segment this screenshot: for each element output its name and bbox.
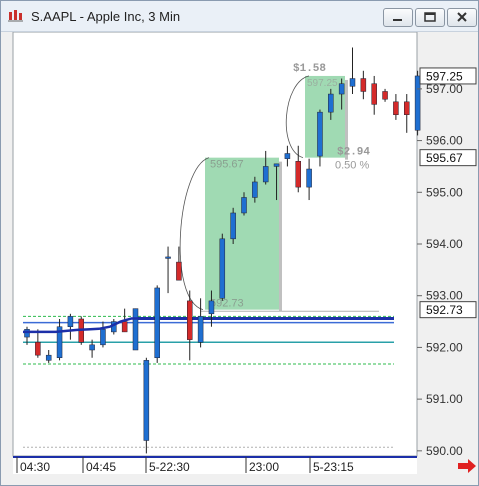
candle-body — [230, 212, 236, 240]
restore-icon — [424, 12, 436, 22]
minimize-button[interactable] — [383, 8, 413, 27]
y-axis: 590.00 591.00 592.00 593.00 594.00 595.00 596.… — [417, 82, 463, 458]
candle-body — [143, 360, 150, 441]
restore-button[interactable] — [415, 8, 445, 27]
candle-body — [393, 101, 399, 115]
candle-body — [284, 153, 291, 159]
candle-body — [241, 197, 247, 214]
y-tick-label: 590.00 — [426, 444, 463, 458]
candle-body — [382, 91, 388, 100]
candle-body — [306, 168, 312, 188]
x-axis: 04:30 04:45 5-22:30 23:00 5-23:15 — [13, 456, 417, 474]
x-tick-label: 23:00 — [249, 460, 279, 474]
candle-body — [35, 341, 41, 356]
price-marker-label: 595.67 — [426, 151, 463, 165]
candle-body — [338, 83, 345, 95]
candle-body — [100, 329, 106, 346]
candle-body — [154, 287, 160, 359]
candle-body — [132, 308, 139, 351]
candle-body — [219, 238, 226, 299]
measure-box-1-top-label: 595.67 — [210, 159, 244, 171]
measure-delta-label: $2.94 — [337, 147, 370, 159]
x-tick-label: 5-22:30 — [149, 460, 190, 474]
measure-box-1-shadow — [279, 161, 282, 312]
price-marker-label: 592.73 — [426, 303, 463, 317]
candle-body — [165, 256, 171, 259]
y-tick-label: 592.00 — [426, 340, 463, 354]
x-axis-bar — [13, 456, 417, 474]
candle-body — [187, 300, 193, 340]
window-title: S.AAPL - Apple Inc, 3 Min — [31, 9, 181, 24]
candle-body — [252, 181, 258, 198]
y-tick-label: 591.00 — [426, 392, 463, 406]
x-tick-label: 04:45 — [86, 460, 116, 474]
x-tick-label: 04:30 — [20, 460, 50, 474]
candle-body — [328, 93, 334, 113]
candle-body — [349, 78, 356, 87]
minimize-icon — [393, 19, 402, 21]
candle-body — [45, 354, 52, 361]
candle-body — [360, 78, 367, 92]
close-button[interactable] — [447, 8, 477, 27]
scroll-right-arrow-icon[interactable] — [458, 459, 476, 473]
candle-body — [295, 161, 301, 188]
candle-body — [176, 261, 182, 281]
candle-body — [197, 316, 204, 343]
candlestick-app-icon — [8, 10, 23, 22]
measure-box-1-bottom-label: 592.73 — [210, 298, 244, 310]
candle-body — [317, 111, 323, 157]
y-tick-label: 595.00 — [426, 185, 463, 199]
measure-box-2-top-label: 597.25 — [307, 78, 338, 89]
measure-change-label: $1.58 — [293, 63, 326, 75]
price-chart[interactable]: 595.67 592.73 $1.58 597.25 $2.940.50 % 590.0… — [1, 32, 478, 484]
candle-body — [404, 101, 410, 115]
y-tick-label: 594.00 — [426, 237, 463, 251]
candle-body — [414, 75, 421, 131]
title-bar[interactable]: S.AAPL - Apple Inc, 3 Min — [1, 1, 478, 32]
y-tick-label: 593.00 — [426, 289, 463, 303]
candle-body — [121, 321, 128, 333]
measure-pct-label: 0.50 % — [335, 160, 369, 172]
price-marker-label: 597.25 — [426, 69, 463, 83]
candle-body — [208, 300, 215, 315]
close-icon — [457, 12, 467, 22]
chart-window: S.AAPL - Apple Inc, 3 Min 595.67 592.73 $1… — [0, 0, 479, 486]
candle-body — [273, 163, 280, 167]
candle-body — [262, 166, 269, 183]
x-tick-label: 5-23:15 — [313, 460, 354, 474]
candle-body — [371, 83, 377, 105]
candle-body — [24, 329, 30, 338]
candle-body — [89, 344, 95, 351]
y-tick-label: 596.00 — [426, 134, 463, 148]
candle-body — [67, 316, 74, 327]
